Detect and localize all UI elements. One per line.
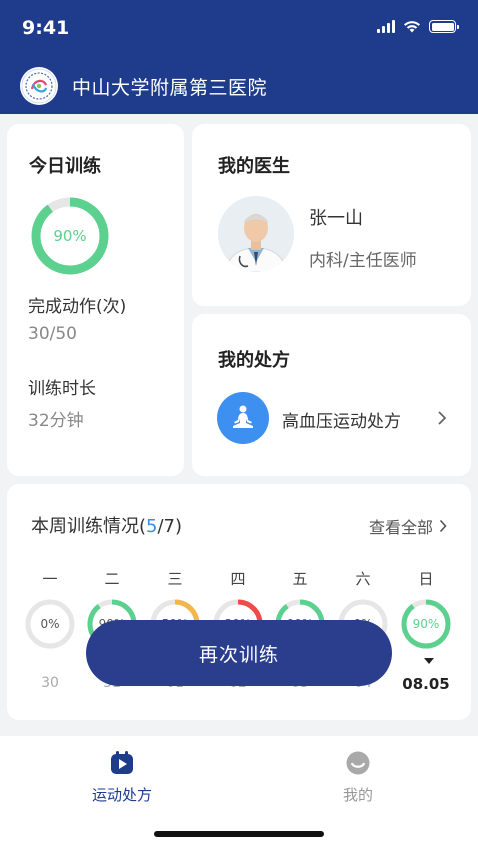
day-header: 五 bbox=[292, 570, 308, 588]
duration-label: 训练时长 bbox=[28, 379, 96, 399]
my-prescription-card[interactable]: 我的处方 高血压运动处方 bbox=[192, 314, 471, 476]
weekly-title-suffix: /7) bbox=[157, 516, 183, 537]
day-header: 一 bbox=[42, 570, 58, 588]
wifi-icon bbox=[404, 21, 420, 33]
weekly-done-count: 5 bbox=[146, 516, 158, 537]
doctor-avatar bbox=[218, 196, 294, 272]
weekly-title-prefix: 本周训练情况( bbox=[31, 516, 147, 537]
train-again-button[interactable]: 再次训练 bbox=[86, 620, 392, 686]
meditation-icon bbox=[217, 392, 269, 444]
app-header: 中山大学附属第三医院 bbox=[0, 64, 478, 108]
top-bar: 9:41 中山大学附属第三医院 bbox=[0, 0, 478, 114]
home-indicator bbox=[154, 831, 324, 837]
tab-label: 我的 bbox=[342, 786, 373, 804]
day-date: 08.05 bbox=[402, 675, 450, 693]
hospital-name: 中山大学附属第三医院 bbox=[72, 76, 268, 99]
doctor-department-title: 内科/主任医师 bbox=[309, 251, 417, 271]
cellular-signal-icon bbox=[377, 20, 395, 33]
today-progress-label: 90% bbox=[53, 227, 87, 245]
day-date: 30 bbox=[41, 675, 59, 691]
tab-label: 运动处方 bbox=[91, 786, 152, 804]
doctor-name: 张一山 bbox=[309, 208, 363, 229]
day-progress-label: 0% bbox=[40, 617, 60, 631]
status-bar: 9:41 bbox=[0, 0, 478, 60]
current-day-indicator bbox=[424, 658, 434, 664]
battery-icon bbox=[429, 20, 459, 33]
day-header: 日 bbox=[418, 570, 434, 588]
view-all-label: 查看全部 bbox=[368, 518, 433, 537]
tab-exercise-prescription[interactable]: 运动处方 bbox=[62, 750, 182, 805]
day-progress-ring[interactable]: 0% bbox=[24, 598, 76, 650]
day-header: 四 bbox=[230, 570, 246, 588]
weekly-training-title: 本周训练情况(5/7) bbox=[31, 512, 182, 538]
my-doctor-title: 我的医生 bbox=[218, 156, 290, 177]
actions-value: 30/50 bbox=[28, 324, 77, 344]
status-icons bbox=[377, 20, 459, 33]
today-training-title: 今日训练 bbox=[29, 156, 101, 177]
day-header: 二 bbox=[104, 570, 120, 588]
day-progress-ring[interactable]: 90% bbox=[400, 598, 452, 650]
view-all-link[interactable]: 查看全部 bbox=[369, 514, 447, 538]
today-training-card[interactable]: 今日训练 90% 完成动作(次) 30/50 训练时长 32分钟 bbox=[7, 124, 184, 476]
hospital-logo bbox=[20, 67, 58, 105]
chevron-right-icon bbox=[438, 411, 447, 425]
chevron-right-icon bbox=[439, 519, 447, 533]
prescription-name: 高血压运动处方 bbox=[282, 412, 401, 432]
status-time: 9:41 bbox=[22, 17, 70, 39]
play-calendar-icon bbox=[111, 751, 133, 774]
my-prescription-title: 我的处方 bbox=[218, 350, 290, 371]
tab-mine[interactable]: 我的 bbox=[298, 750, 418, 805]
today-progress-ring: 90% bbox=[30, 196, 110, 276]
my-doctor-card[interactable]: 我的医生 张一山 内科/主任医师 bbox=[192, 124, 471, 306]
duration-value: 32分钟 bbox=[28, 411, 84, 431]
actions-label: 完成动作(次) bbox=[28, 297, 127, 317]
smiley-icon bbox=[346, 751, 370, 775]
day-progress-label: 90% bbox=[412, 617, 440, 631]
day-header: 六 bbox=[355, 570, 371, 588]
day-header: 三 bbox=[167, 570, 183, 588]
